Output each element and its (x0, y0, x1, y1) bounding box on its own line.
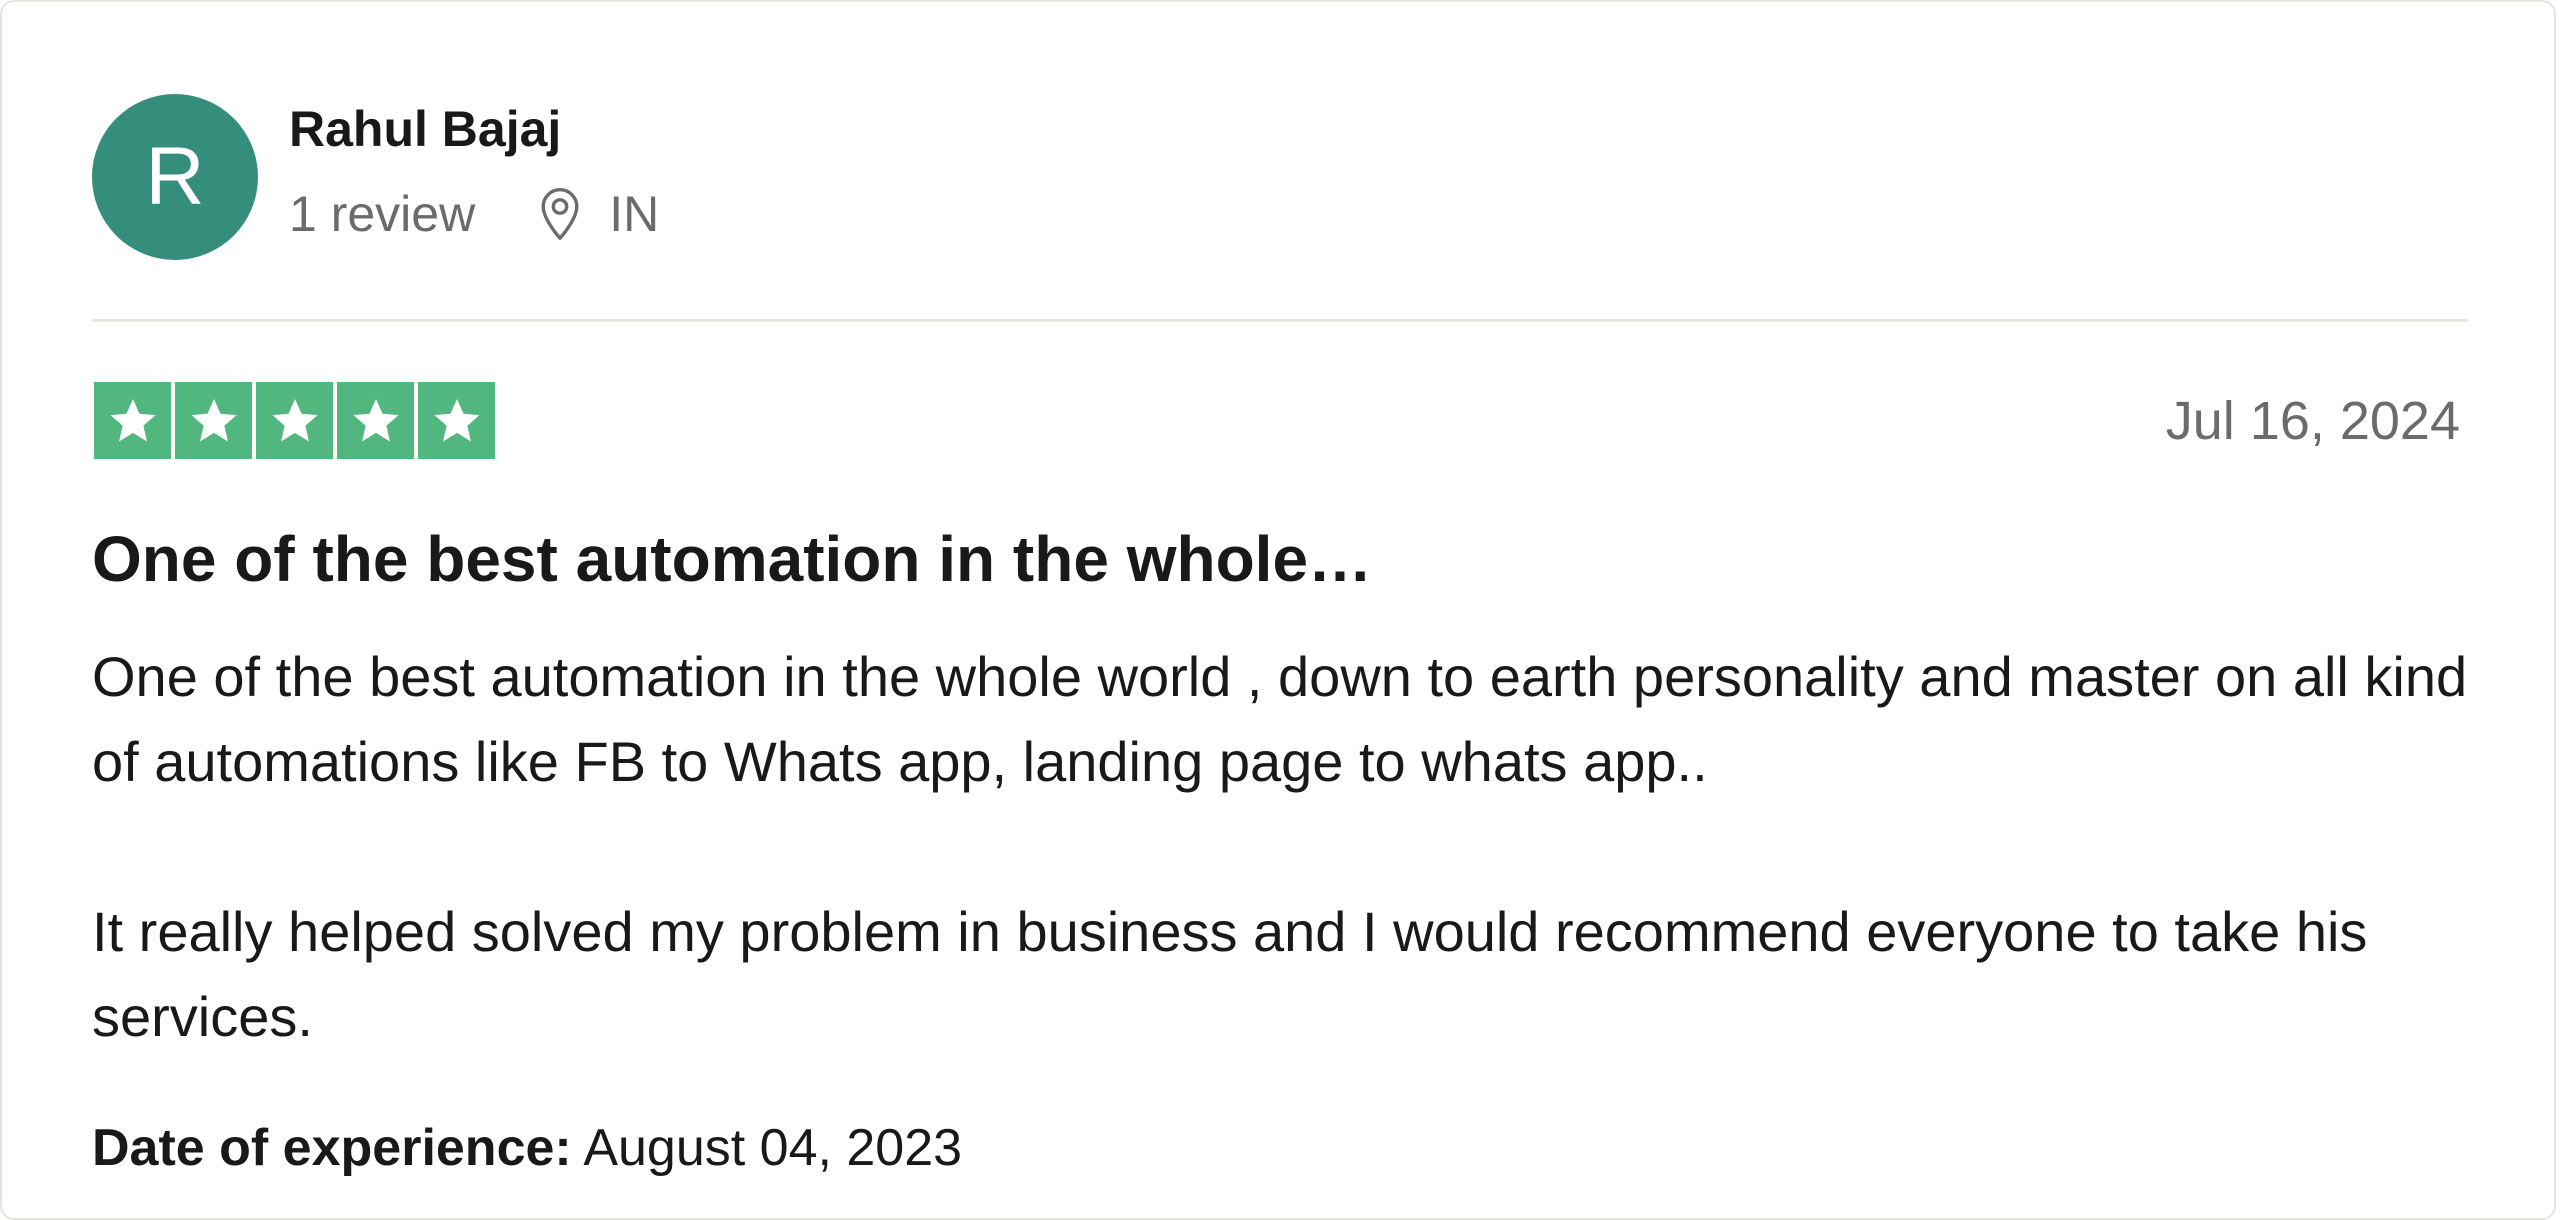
date-of-experience: Date of experience: August 04, 2023 (92, 1119, 963, 1177)
experience-date: August 04, 2023 (583, 1119, 963, 1177)
review-paragraph: It really helped solved my problem in bu… (92, 900, 2368, 1048)
star-icon (418, 382, 495, 459)
reviewer-name[interactable]: Rahul Bajaj (289, 102, 561, 157)
star-icon (94, 382, 171, 459)
divider (92, 319, 2468, 322)
review-date: Jul 16, 2024 (2165, 391, 2460, 451)
star-icon (256, 382, 333, 459)
review-card: R Rahul Bajaj 1 review IN Jul 16, 2024 O… (0, 0, 2556, 1220)
review-paragraph: One of the best automation in the whole … (92, 645, 2468, 793)
reviewer-meta: 1 review IN (289, 186, 659, 242)
location-pin-icon (537, 186, 583, 242)
star-icon (337, 382, 414, 459)
avatar[interactable]: R (92, 94, 258, 260)
star-rating (94, 382, 495, 459)
experience-label: Date of experience: (92, 1119, 572, 1177)
review-count: 1 review (289, 185, 476, 242)
avatar-initial: R (145, 131, 205, 222)
star-icon (175, 382, 252, 459)
review-title[interactable]: One of the best automation in the whole… (92, 524, 1372, 595)
reviewer-location: IN (609, 185, 660, 242)
review-body: One of the best automation in the whole … (92, 634, 2492, 1059)
